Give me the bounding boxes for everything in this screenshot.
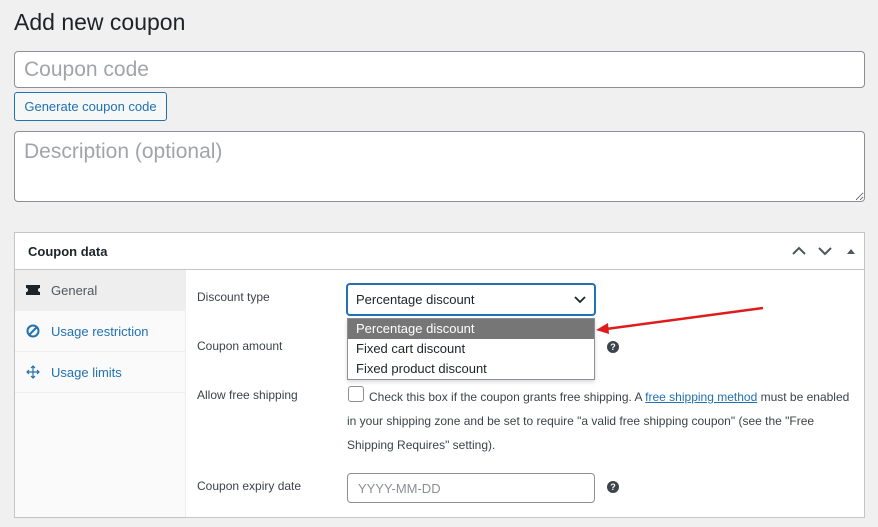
ticket-icon bbox=[25, 282, 41, 298]
panel-title: Coupon data bbox=[28, 244, 108, 259]
coupon-amount-label: Coupon amount bbox=[197, 339, 283, 353]
coupon-code-input[interactable] bbox=[14, 51, 865, 88]
tab-label: General bbox=[51, 282, 98, 298]
selected-value: Percentage discount bbox=[356, 292, 475, 307]
coupon-tabs: General Usage restriction Usage limits bbox=[15, 270, 186, 517]
coupon-expiry-label: Coupon expiry date bbox=[197, 479, 302, 493]
tab-usage-restriction[interactable]: Usage restriction bbox=[15, 311, 185, 352]
free-shipping-label: Allow free shipping bbox=[197, 388, 298, 402]
page-title: Add new coupon bbox=[14, 9, 186, 35]
option-fixed-cart-discount[interactable]: Fixed cart discount bbox=[348, 339, 594, 359]
tab-label: Usage limits bbox=[51, 364, 122, 380]
arrows-icon bbox=[25, 364, 41, 380]
expiry-date-input[interactable] bbox=[347, 473, 595, 503]
annotation-arrow bbox=[596, 306, 764, 334]
discount-type-dropdown: Percentage discount Fixed cart discount … bbox=[347, 318, 595, 380]
description-text: Check this box if the coupon grants free… bbox=[369, 390, 646, 404]
chevron-up-icon[interactable] bbox=[790, 242, 808, 260]
option-percentage-discount[interactable]: Percentage discount bbox=[348, 319, 594, 339]
chevron-down-icon[interactable] bbox=[816, 242, 834, 260]
description-textarea[interactable] bbox=[14, 131, 865, 202]
free-shipping-description: Check this box if the coupon grants free… bbox=[347, 385, 853, 457]
panel-header: Coupon data bbox=[15, 233, 864, 270]
triangle-up-icon[interactable] bbox=[842, 242, 860, 260]
discount-type-select[interactable]: Percentage discount bbox=[347, 284, 595, 315]
help-icon[interactable]: ? bbox=[607, 341, 619, 353]
option-fixed-product-discount[interactable]: Fixed product discount bbox=[348, 359, 594, 379]
help-icon[interactable]: ? bbox=[607, 481, 619, 493]
free-shipping-method-link[interactable]: free shipping method bbox=[645, 390, 757, 404]
tab-label: Usage restriction bbox=[51, 323, 149, 339]
discount-type-label: Discount type bbox=[197, 290, 270, 304]
tab-usage-limits[interactable]: Usage limits bbox=[15, 352, 185, 393]
generate-coupon-code-button[interactable]: Generate coupon code bbox=[14, 92, 167, 121]
chevron-down-icon bbox=[574, 293, 586, 308]
block-icon bbox=[25, 323, 41, 339]
tab-general[interactable]: General bbox=[15, 270, 185, 311]
